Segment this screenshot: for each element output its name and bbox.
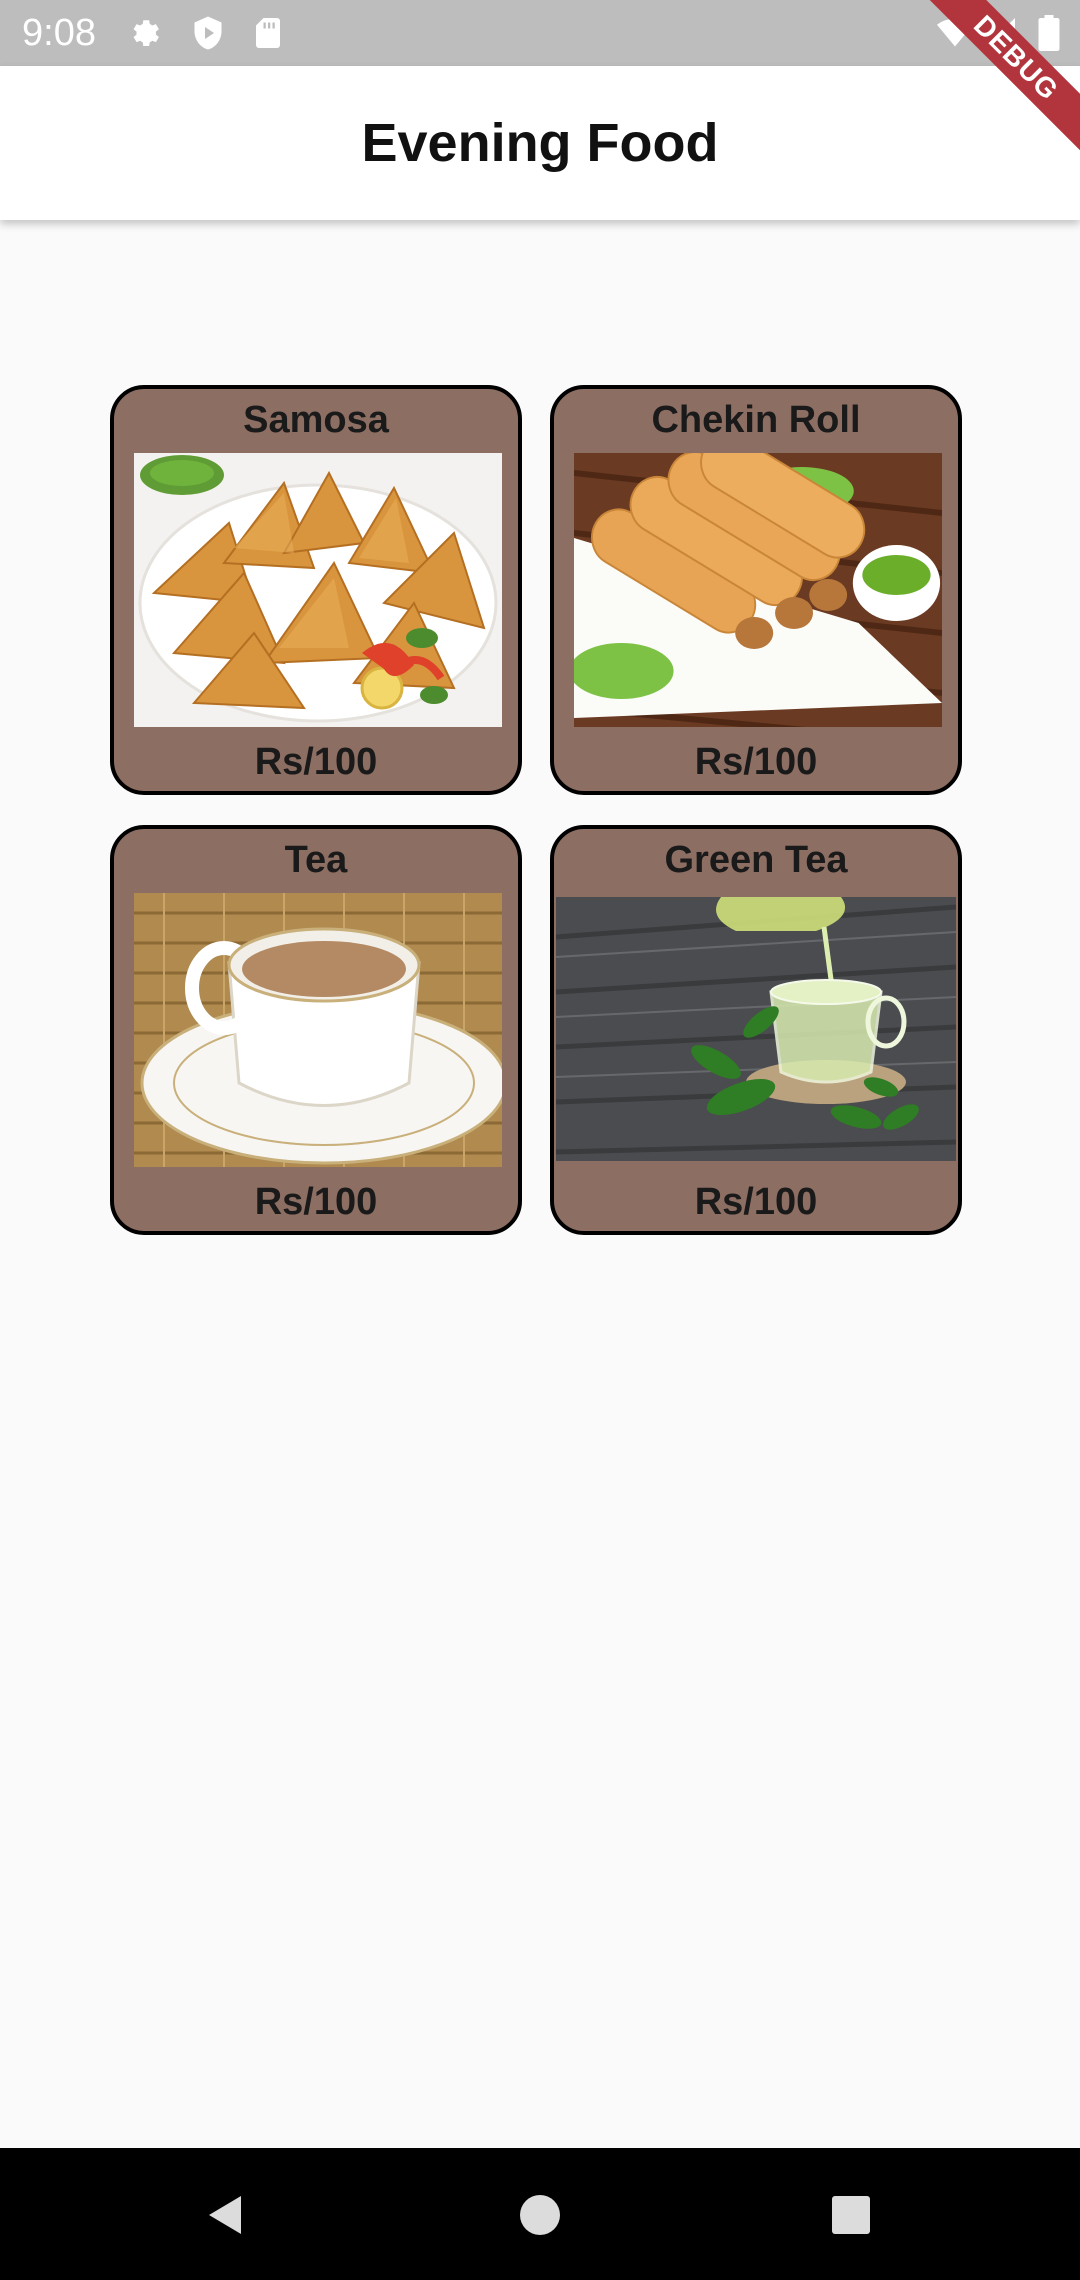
samosa-image xyxy=(134,453,502,727)
settings-icon xyxy=(128,15,164,51)
food-price: Rs/100 xyxy=(254,1181,378,1223)
status-bar: 9:08 xyxy=(0,0,1080,66)
sd-card-icon xyxy=(250,15,286,51)
navigation-bar xyxy=(0,2148,1080,2280)
food-grid: Samosa Rs/100 Chekin Roll Rs/100 Tea Rs/… xyxy=(110,385,962,1235)
food-price: Rs/100 xyxy=(694,1181,818,1223)
food-name: Tea xyxy=(284,839,348,881)
page-title: Evening Food xyxy=(361,113,719,173)
food-card-green-tea[interactable]: Green Tea Rs/100 xyxy=(550,825,962,1235)
food-name: Samosa xyxy=(243,399,389,441)
food-card-chicken-roll[interactable]: Chekin Roll Rs/100 xyxy=(550,385,962,795)
recents-icon[interactable] xyxy=(826,2190,876,2240)
back-icon[interactable] xyxy=(201,2190,251,2240)
battery-icon xyxy=(1036,15,1062,51)
green-tea-image xyxy=(556,897,956,1161)
app-bar: Evening Food xyxy=(0,66,1080,220)
signal-icon xyxy=(982,15,1018,51)
food-name: Chekin Roll xyxy=(651,399,861,441)
food-price: Rs/100 xyxy=(254,741,378,783)
play-protect-icon xyxy=(190,15,226,51)
food-name: Green Tea xyxy=(664,839,848,881)
status-time: 9:08 xyxy=(22,12,96,54)
food-card-tea[interactable]: Tea Rs/100 xyxy=(110,825,522,1235)
chicken-roll-image xyxy=(574,453,942,727)
wifi-icon xyxy=(934,15,976,51)
home-icon[interactable] xyxy=(515,2190,565,2240)
food-price: Rs/100 xyxy=(694,741,818,783)
tea-image xyxy=(134,893,502,1167)
food-card-samosa[interactable]: Samosa Rs/100 xyxy=(110,385,522,795)
